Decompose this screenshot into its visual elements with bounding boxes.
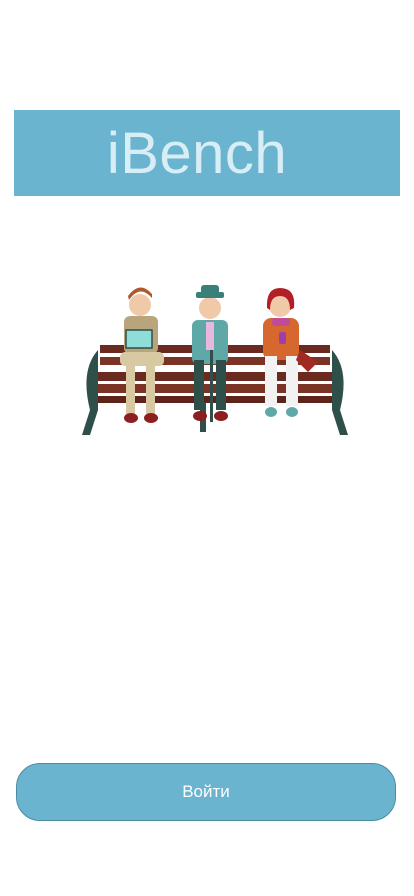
people-on-bench-illustration (82, 285, 348, 435)
old-man-with-hat-figure (192, 285, 228, 422)
login-button[interactable]: Войти (16, 763, 396, 821)
login-button-label: Войти (182, 782, 230, 801)
app-title: iBench (106, 120, 288, 186)
app-banner: iBench (14, 110, 400, 196)
